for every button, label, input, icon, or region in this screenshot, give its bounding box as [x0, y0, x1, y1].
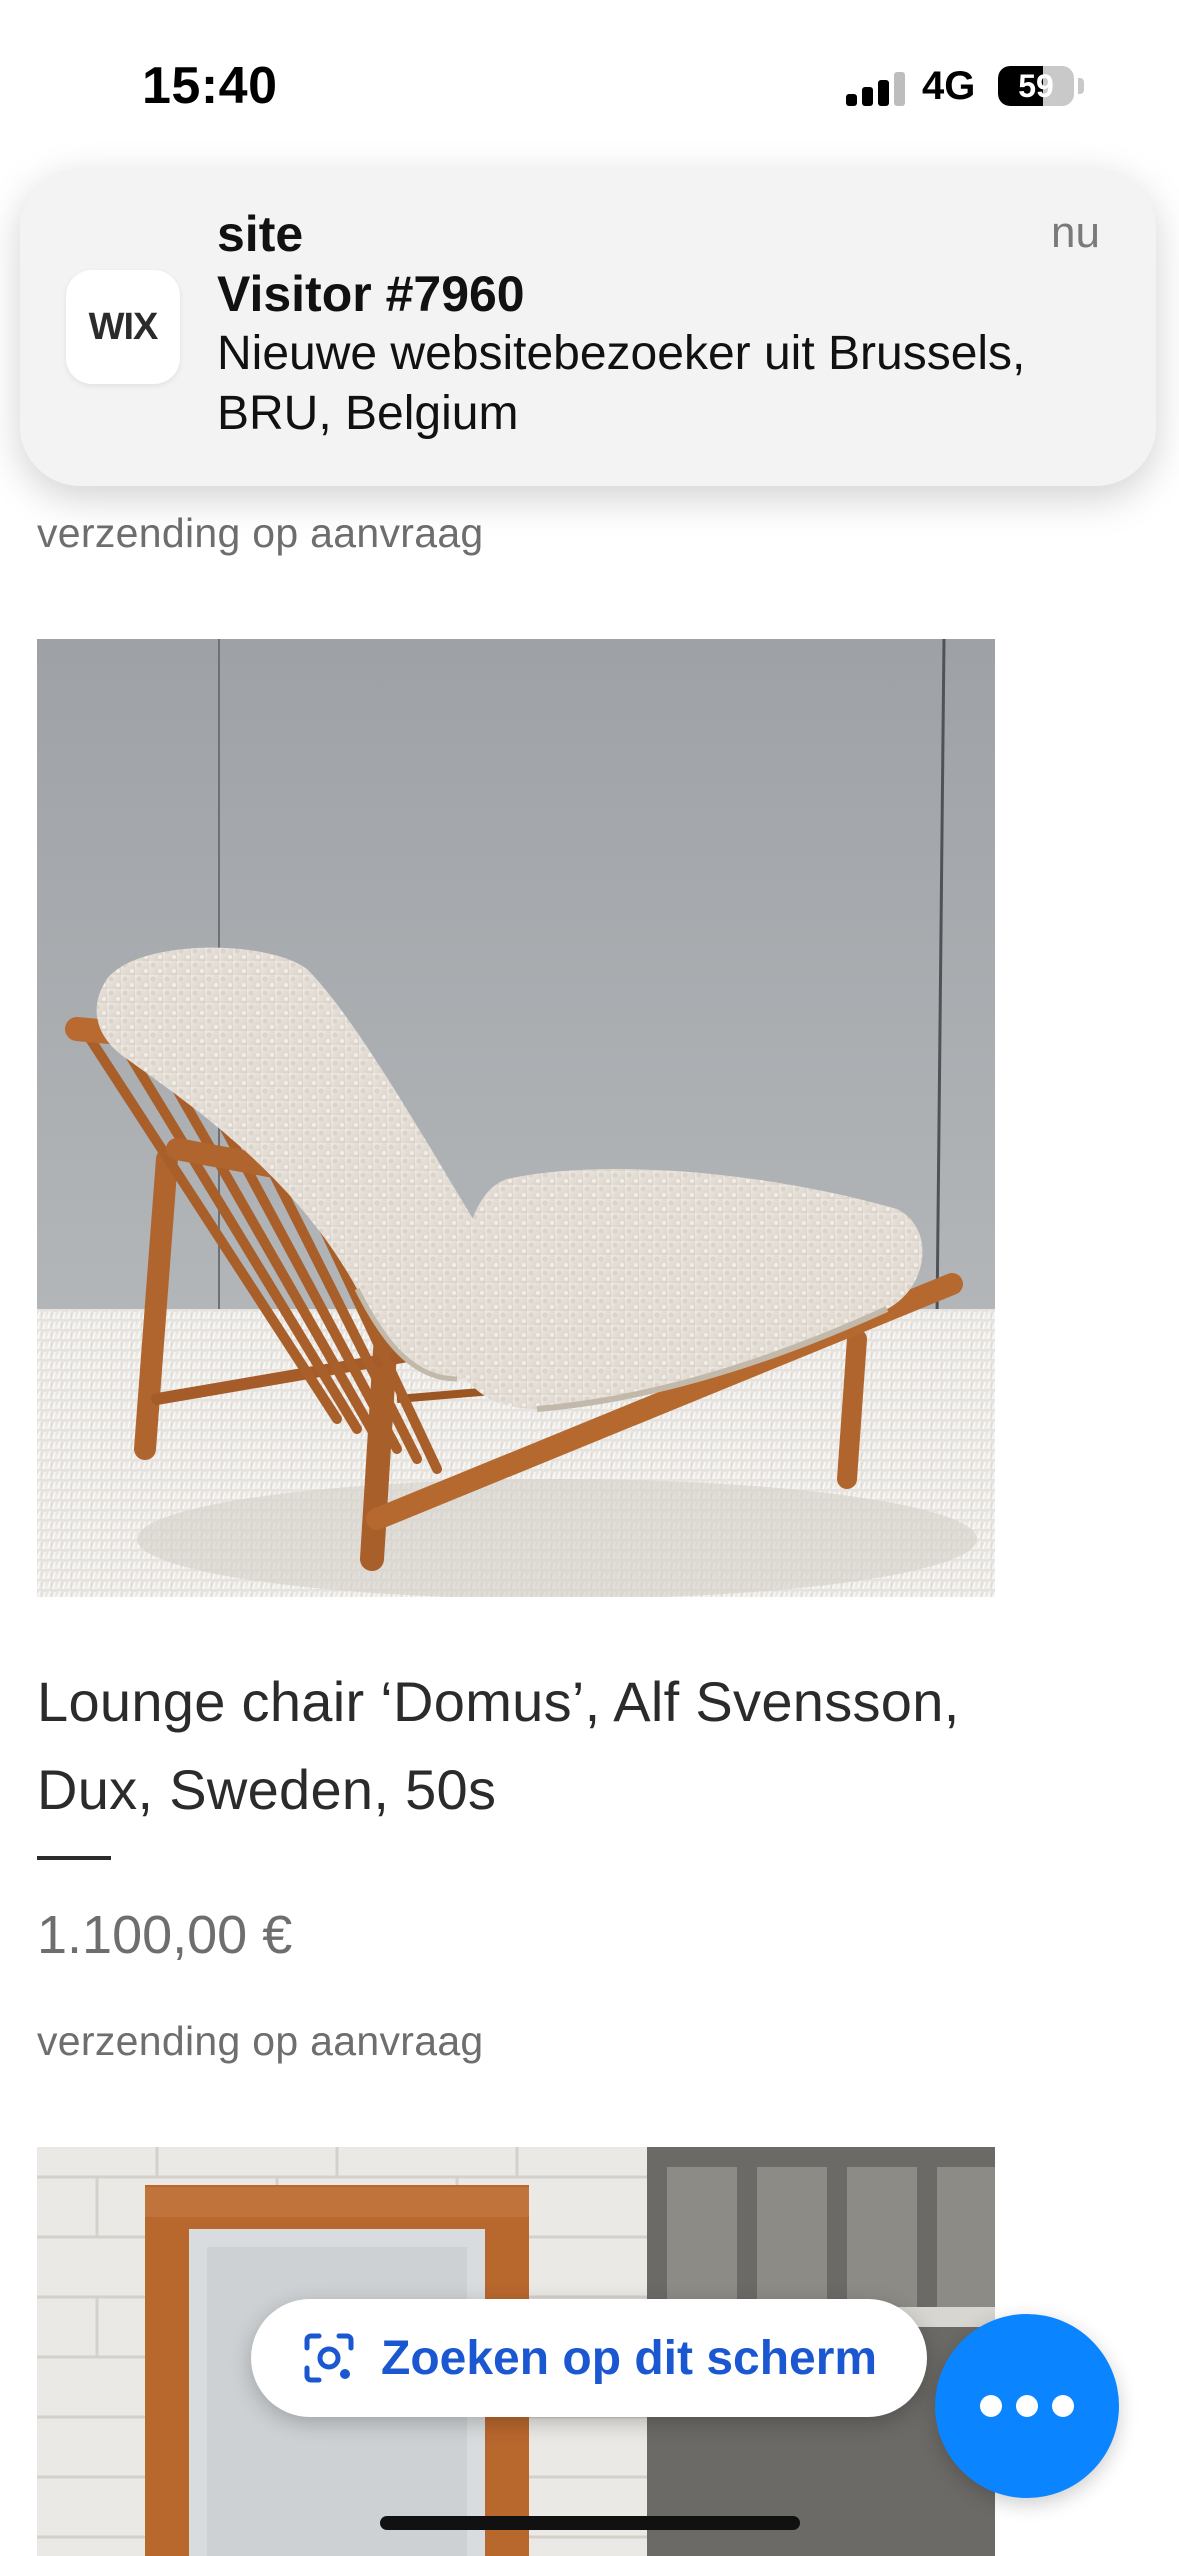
notification-body: Nieuwe websitebezoeker uit Brussels, BRU… — [217, 327, 1026, 440]
network-type: 4G — [922, 64, 976, 108]
title-divider — [37, 1856, 111, 1860]
more-dots-icon — [980, 2395, 1002, 2417]
product-image[interactable] — [37, 639, 995, 1597]
more-actions-button[interactable] — [935, 2314, 1119, 2498]
top-shipping-note: verzending op aanvraag — [37, 510, 484, 556]
more-dots-icon — [1052, 2395, 1074, 2417]
more-dots-icon — [1016, 2395, 1038, 2417]
home-indicator[interactable] — [380, 2516, 800, 2530]
battery-icon: 59 — [998, 66, 1074, 106]
shipping-note: verzending op aanvraag — [37, 2018, 484, 2064]
lens-icon — [304, 2333, 354, 2383]
notification-title: site — [217, 206, 304, 262]
notification-time: nu — [1051, 208, 1100, 257]
product-title[interactable]: Lounge chair ‘Domus’, Alf Svensson, Dux,… — [37, 1658, 1057, 1834]
cellular-signal-icon — [846, 72, 906, 106]
status-bar: 15:40 4G 59 — [0, 0, 1179, 170]
notification-content: site Visitor #7960 Nieuwe websitebezoeke… — [217, 204, 1057, 444]
lounge-chair-photo — [37, 639, 995, 1597]
battery-level: 59 — [1018, 68, 1054, 104]
notification-subtitle: Visitor #7960 — [217, 266, 525, 322]
status-time: 15:40 — [142, 57, 278, 115]
wix-app-icon: WIX — [66, 270, 180, 384]
battery-cap — [1078, 78, 1084, 94]
product-price: 1.100,00 € — [37, 1905, 293, 1965]
search-screen-label: Zoeken op dit scherm — [381, 2331, 878, 2385]
push-notification[interactable]: WIX site Visitor #7960 Nieuwe websitebez… — [20, 168, 1156, 486]
search-screen-button[interactable]: Zoeken op dit scherm — [251, 2299, 927, 2417]
